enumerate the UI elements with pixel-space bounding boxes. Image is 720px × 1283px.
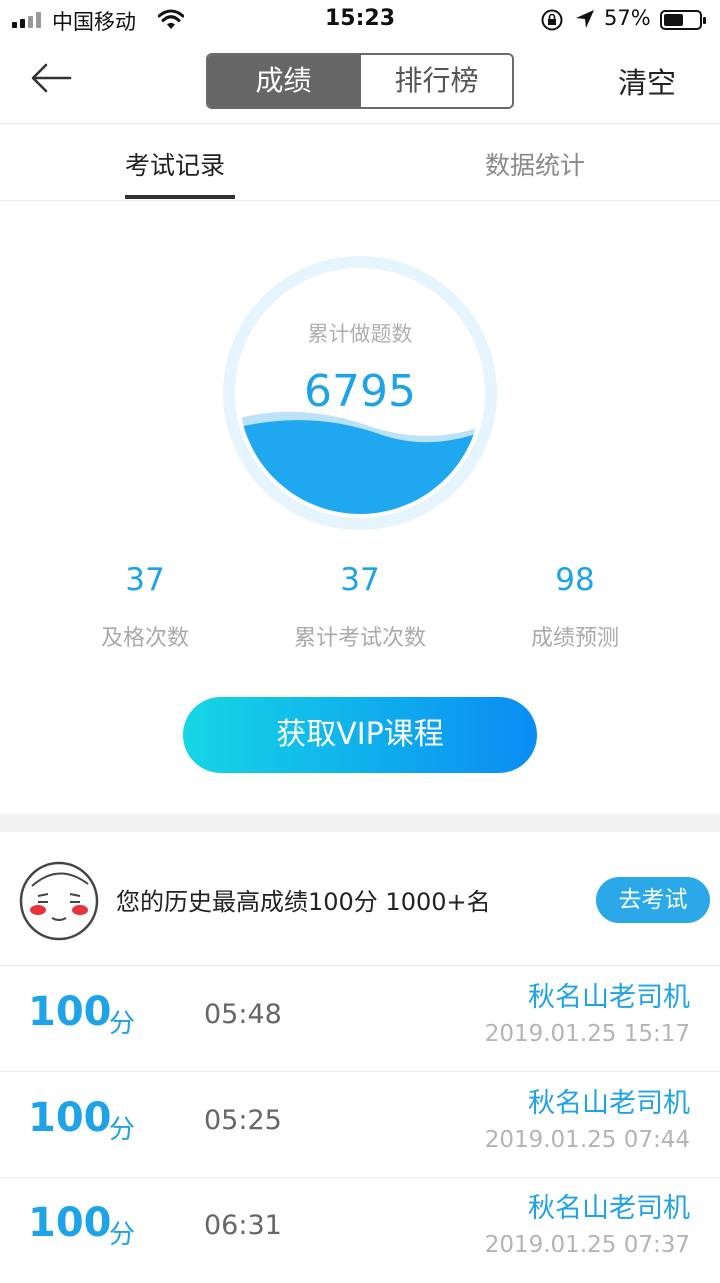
navigation-bar: 成绩 排行榜 清空 xyxy=(0,40,720,124)
stat-value: 37 xyxy=(340,562,380,598)
exam-record-row[interactable]: 100 分 05:48 秋名山老司机 2019.01.25 15:17 xyxy=(0,967,720,1072)
record-score-unit: 分 xyxy=(109,1115,136,1145)
location-icon xyxy=(576,10,594,28)
stat-label: 成绩预测 xyxy=(530,626,619,651)
segmented-control: 成绩 排行榜 xyxy=(206,53,514,109)
best-score-text: 您的历史最高成绩100分 1000+名 xyxy=(116,888,491,916)
record-duration: 06:31 xyxy=(204,1210,282,1241)
back-arrow-icon[interactable] xyxy=(30,62,74,94)
rotation-lock-icon xyxy=(541,9,563,31)
clear-button[interactable]: 清空 xyxy=(618,60,676,102)
record-duration: 05:25 xyxy=(204,1105,282,1136)
record-date: 2019.01.25 07:37 xyxy=(484,1232,690,1258)
exam-record-row[interactable]: 100 分 06:31 秋名山老司机 2019.01.25 07:37 xyxy=(0,1178,720,1283)
record-duration: 05:48 xyxy=(204,999,282,1030)
record-user-name: 秋名山老司机 xyxy=(528,1193,690,1224)
status-bar: 中国移动 15:23 57% xyxy=(0,0,720,40)
battery-icon xyxy=(660,10,706,30)
stat-total-exams: 37 累计考试次数 xyxy=(260,562,460,652)
tab-score[interactable]: 成绩 xyxy=(208,55,359,107)
record-score-unit: 分 xyxy=(109,1009,136,1039)
record-score: 100 xyxy=(28,989,112,1035)
go-exam-button[interactable]: 去考试 xyxy=(596,877,710,923)
stat-passed: 37 及格次数 xyxy=(45,562,245,652)
stat-score-prediction: 98 成绩预测 xyxy=(475,562,675,652)
record-score: 100 xyxy=(28,1200,112,1246)
record-score: 100 xyxy=(28,1095,112,1141)
gauge-value: 6795 xyxy=(304,366,416,417)
tab-leaderboard[interactable]: 排行榜 xyxy=(359,55,512,107)
cartoon-avatar-icon xyxy=(19,861,99,941)
battery-percentage: 57% xyxy=(604,6,651,30)
stat-value: 98 xyxy=(555,562,595,598)
stat-value: 37 xyxy=(125,562,165,598)
active-tab-indicator xyxy=(125,195,235,199)
tab-data-statistics[interactable]: 数据统计 xyxy=(485,146,585,182)
stat-label: 及格次数 xyxy=(100,626,189,651)
stat-label: 累计考试次数 xyxy=(293,626,426,651)
gauge-label: 累计做题数 xyxy=(307,322,413,346)
record-date: 2019.01.25 15:17 xyxy=(484,1021,690,1047)
sub-tab-bar: 考试记录 数据统计 xyxy=(0,124,720,201)
record-score-unit: 分 xyxy=(109,1220,136,1250)
record-user-name: 秋名山老司机 xyxy=(528,982,690,1013)
section-divider xyxy=(0,814,720,832)
record-date: 2019.01.25 07:44 xyxy=(484,1127,690,1153)
tab-exam-records[interactable]: 考试记录 xyxy=(125,146,225,182)
record-user-name: 秋名山老司机 xyxy=(528,1088,690,1119)
exam-record-row[interactable]: 100 分 05:25 秋名山老司机 2019.01.25 07:44 xyxy=(0,1073,720,1178)
get-vip-course-button[interactable]: 获取VIP课程 xyxy=(183,697,537,773)
best-score-row: 您的历史最高成绩100分 1000+名 去考试 xyxy=(0,832,720,966)
